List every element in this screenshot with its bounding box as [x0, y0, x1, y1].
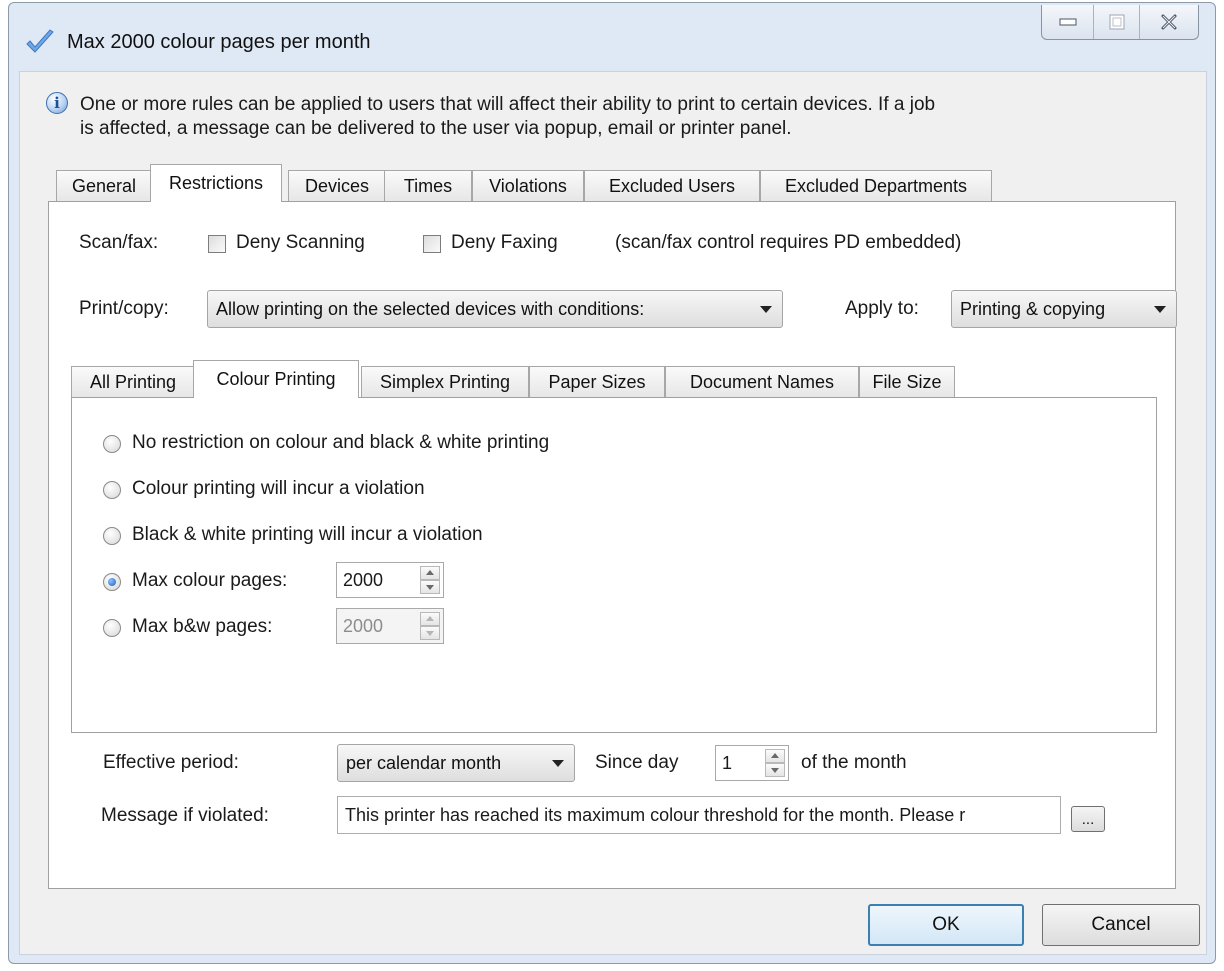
close-button[interactable] [1140, 5, 1198, 39]
title-bar[interactable]: Max 2000 colour pages per month [9, 3, 1215, 71]
effective-period-select[interactable]: per calendar month [337, 744, 575, 782]
spin-up-icon[interactable] [420, 612, 440, 626]
chevron-down-icon [1154, 306, 1166, 313]
tab-devices[interactable]: Devices [288, 170, 386, 202]
subtab-file-size[interactable]: File Size [859, 366, 955, 398]
radio-bw-violation-label: Black & white printing will incur a viol… [132, 524, 483, 545]
restrictions-panel: Scan/fax: Deny Scanning Deny Faxing (sca… [48, 201, 1177, 889]
dialog-window: Max 2000 colour pages per month i One or… [8, 2, 1216, 964]
tab-times[interactable]: Times [384, 170, 472, 202]
since-day-label: Since day [595, 752, 679, 773]
max-colour-stepper[interactable]: 2000 [336, 562, 444, 598]
tab-excluded-users[interactable]: Excluded Users [584, 170, 760, 202]
maximize-button[interactable] [1094, 5, 1140, 39]
applyto-label: Apply to: [845, 298, 919, 319]
since-day-value: 1 [722, 753, 733, 773]
deny-scanning-checkbox[interactable] [208, 235, 226, 253]
info-icon: i [46, 92, 68, 114]
deny-faxing-label: Deny Faxing [451, 232, 558, 253]
chevron-down-icon [760, 306, 772, 313]
checkmark-icon [25, 29, 55, 61]
printcopy-label: Print/copy: [79, 298, 169, 319]
radio-colour-violation-label: Colour printing will incur a violation [132, 478, 425, 499]
chevron-down-icon [552, 760, 564, 767]
printcopy-select[interactable]: Allow printing on the selected devices w… [207, 290, 783, 328]
radio-max-colour-label: Max colour pages: [132, 570, 288, 591]
tab-restrictions[interactable]: Restrictions [150, 164, 282, 202]
dialog-client-area: i One or more rules can be applied to us… [19, 71, 1207, 955]
radio-max-colour[interactable] [103, 573, 121, 591]
info-message: One or more rules can be applied to user… [80, 93, 1160, 141]
scanfax-note: (scan/fax control requires PD embedded) [615, 232, 962, 253]
max-bw-value: 2000 [343, 616, 384, 636]
spin-down-icon[interactable] [765, 763, 785, 777]
maximize-icon [1109, 14, 1124, 30]
ok-button[interactable]: OK [868, 904, 1024, 946]
spin-down-icon[interactable] [420, 626, 440, 640]
colour-printing-panel: No restriction on colour and black & whi… [71, 397, 1157, 733]
max-bw-stepper[interactable]: 2000 [336, 608, 444, 644]
message-label: Message if violated: [101, 805, 269, 826]
scanfax-label: Scan/fax: [79, 232, 159, 253]
max-colour-value: 2000 [343, 570, 384, 590]
caption-buttons [1041, 5, 1199, 40]
info-line-1: One or more rules can be applied to user… [80, 94, 936, 115]
subtab-simplex-printing[interactable]: Simplex Printing [361, 366, 529, 398]
effective-period-label: Effective period: [103, 752, 239, 773]
subtab-paper-sizes[interactable]: Paper Sizes [529, 366, 665, 398]
radio-no-restriction-label: No restriction on colour and black & whi… [132, 432, 550, 453]
subtab-all-printing[interactable]: All Printing [71, 366, 195, 398]
radio-colour-violation[interactable] [103, 481, 121, 499]
message-browse-button[interactable]: ... [1071, 806, 1105, 832]
minimize-icon [1059, 18, 1076, 26]
spin-up-icon[interactable] [420, 566, 440, 580]
radio-no-restriction[interactable] [103, 435, 121, 453]
effective-period-value: per calendar month [346, 752, 502, 773]
subtab-document-names[interactable]: Document Names [665, 366, 859, 398]
radio-max-bw-label: Max b&w pages: [132, 616, 273, 637]
message-input[interactable]: This printer has reached its maximum col… [337, 796, 1061, 834]
cancel-button[interactable]: Cancel [1042, 904, 1200, 946]
since-day-stepper[interactable]: 1 [715, 745, 789, 781]
printcopy-select-value: Allow printing on the selected devices w… [216, 298, 645, 319]
tab-violations[interactable]: Violations [472, 170, 584, 202]
since-day-suffix: of the month [801, 752, 907, 773]
window-title: Max 2000 colour pages per month [67, 31, 371, 53]
tab-general[interactable]: General [56, 170, 152, 202]
applyto-select-value: Printing & copying [960, 298, 1106, 319]
radio-bw-violation[interactable] [103, 527, 121, 545]
applyto-select[interactable]: Printing & copying [951, 290, 1177, 328]
deny-faxing-checkbox[interactable] [423, 235, 441, 253]
tab-excluded-departments[interactable]: Excluded Departments [760, 170, 992, 202]
info-line-2: is affected, a message can be delivered … [80, 118, 792, 139]
spin-up-icon[interactable] [765, 749, 785, 763]
radio-max-bw[interactable] [103, 619, 121, 637]
spin-down-icon[interactable] [420, 580, 440, 594]
close-icon [1161, 14, 1177, 30]
subtab-colour-printing[interactable]: Colour Printing [193, 360, 359, 398]
minimize-button[interactable] [1042, 5, 1094, 39]
deny-scanning-label: Deny Scanning [236, 232, 365, 253]
